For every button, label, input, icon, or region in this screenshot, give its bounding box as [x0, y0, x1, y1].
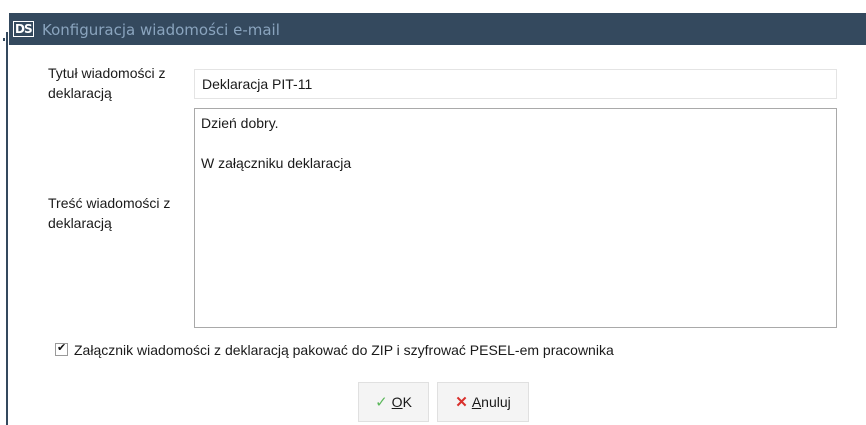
ds-logo-icon: DS — [13, 19, 35, 37]
body-label: Treść wiadomości z deklaracją — [48, 195, 171, 231]
window-left-edge — [0, 0, 9, 425]
title-bar[interactable]: DS Konfiguracja wiadomości e-mail — [9, 13, 866, 45]
ok-button[interactable]: ✓ OK — [358, 382, 429, 422]
email-config-dialog: DS Konfiguracja wiadomości e-mail Tytuł … — [0, 0, 866, 425]
subject-input[interactable]: Deklaracja PIT-11 — [194, 69, 837, 99]
ok-mnemonic: O — [391, 394, 403, 410]
cancel-mnemonic: A — [471, 394, 482, 410]
subject-label: Tytuł wiadomości z deklaracją — [48, 65, 166, 101]
checkmark-icon: ✔ — [57, 342, 67, 354]
ok-label-rest: K — [402, 394, 412, 410]
window-border-dot — [3, 38, 5, 41]
body-textarea[interactable]: Dzień dobry. W załączniku deklaracja — [194, 108, 837, 328]
checkmark-icon: ✓ — [375, 394, 388, 411]
window-border — [6, 32, 8, 425]
cancel-label-rest: nuluj — [481, 394, 511, 410]
body-line: W załączniku deklaracja — [201, 155, 352, 171]
body-line — [201, 133, 830, 153]
cancel-button[interactable]: ✕ Anuluj — [437, 382, 529, 422]
dialog-content: Tytuł wiadomości z deklaracją Deklaracja… — [9, 45, 866, 425]
window-title: Konfiguracja wiadomości e-mail — [42, 21, 280, 39]
zip-encrypt-label: Załącznik wiadomości z deklaracją pakowa… — [74, 342, 614, 358]
zip-encrypt-checkbox[interactable]: ✔ — [55, 342, 68, 356]
app-logo-text: DS — [13, 21, 34, 37]
x-icon: ✕ — [455, 394, 468, 411]
body-line: Dzień dobry. — [201, 115, 279, 131]
